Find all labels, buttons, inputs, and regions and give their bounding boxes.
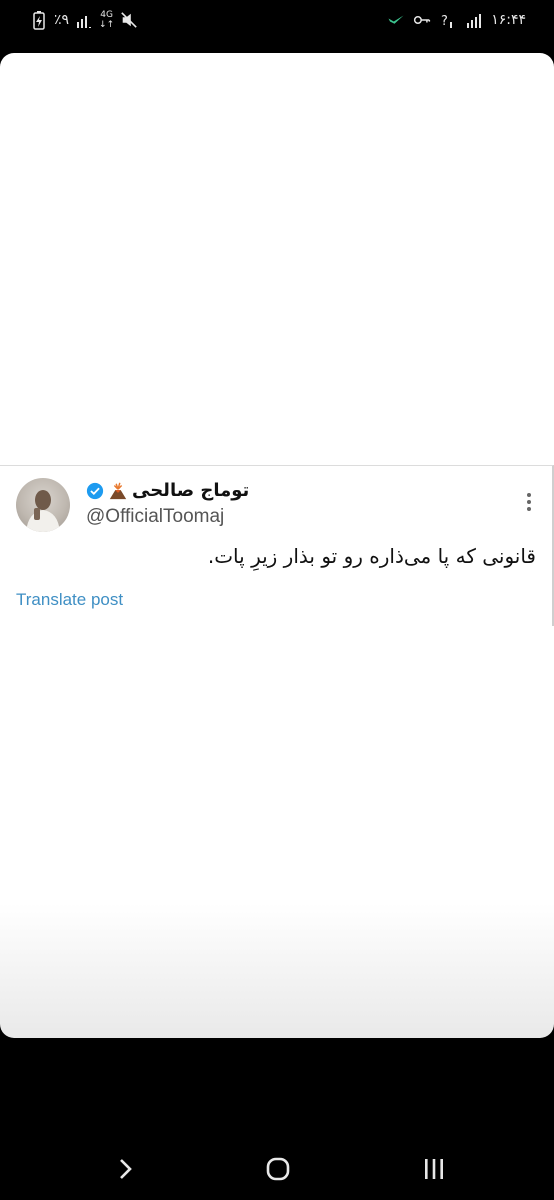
- navigation-bar: [0, 1130, 554, 1200]
- status-right: ? ۱۶:۴۴: [387, 10, 526, 30]
- signal-icon: [77, 16, 92, 28]
- back-chevron-icon[interactable]: [110, 1154, 140, 1184]
- tweet-text: قانونی که پا می‌ذاره رو تو بذار زیرِ پات…: [207, 544, 536, 568]
- status-bar: ٪۹ 4G ↓↑ ? ۱۶:۴۴: [0, 0, 554, 44]
- content-sheet: توماج صالحی @OfficialToomaj قانونی که پا…: [0, 53, 554, 1038]
- mute-icon: [121, 12, 137, 28]
- avatar-photo: [26, 490, 60, 532]
- signal-bars-icon: [467, 14, 482, 28]
- home-circle-icon[interactable]: [263, 1154, 293, 1184]
- more-vertical-icon[interactable]: [526, 492, 532, 512]
- translate-post-link[interactable]: Translate post: [16, 590, 123, 610]
- network-4g-icon: 4G ↓↑: [99, 10, 115, 30]
- vpn-key-icon: [414, 15, 431, 25]
- volcano-icon: [109, 482, 127, 499]
- network-type: 4G: [100, 10, 113, 20]
- svg-text:?: ?: [441, 14, 448, 29]
- wifi-question-icon: ?: [441, 14, 453, 29]
- battery-percent: ٪۹: [54, 12, 70, 28]
- avatar[interactable]: [16, 478, 70, 532]
- status-left: ٪۹ 4G ↓↑: [30, 10, 138, 30]
- whatsapp-icon: [388, 15, 404, 24]
- verified-badge-icon: [86, 482, 104, 499]
- tweet-card[interactable]: توماج صالحی @OfficialToomaj قانونی که پا…: [0, 465, 554, 626]
- recents-icon[interactable]: [419, 1154, 449, 1184]
- battery-charging-icon: [33, 11, 45, 30]
- display-name[interactable]: توماج صالحی: [132, 480, 249, 501]
- name-row: توماج صالحی: [86, 480, 249, 501]
- status-time: ۱۶:۴۴: [491, 12, 526, 28]
- user-handle[interactable]: @OfficialToomaj: [86, 506, 224, 528]
